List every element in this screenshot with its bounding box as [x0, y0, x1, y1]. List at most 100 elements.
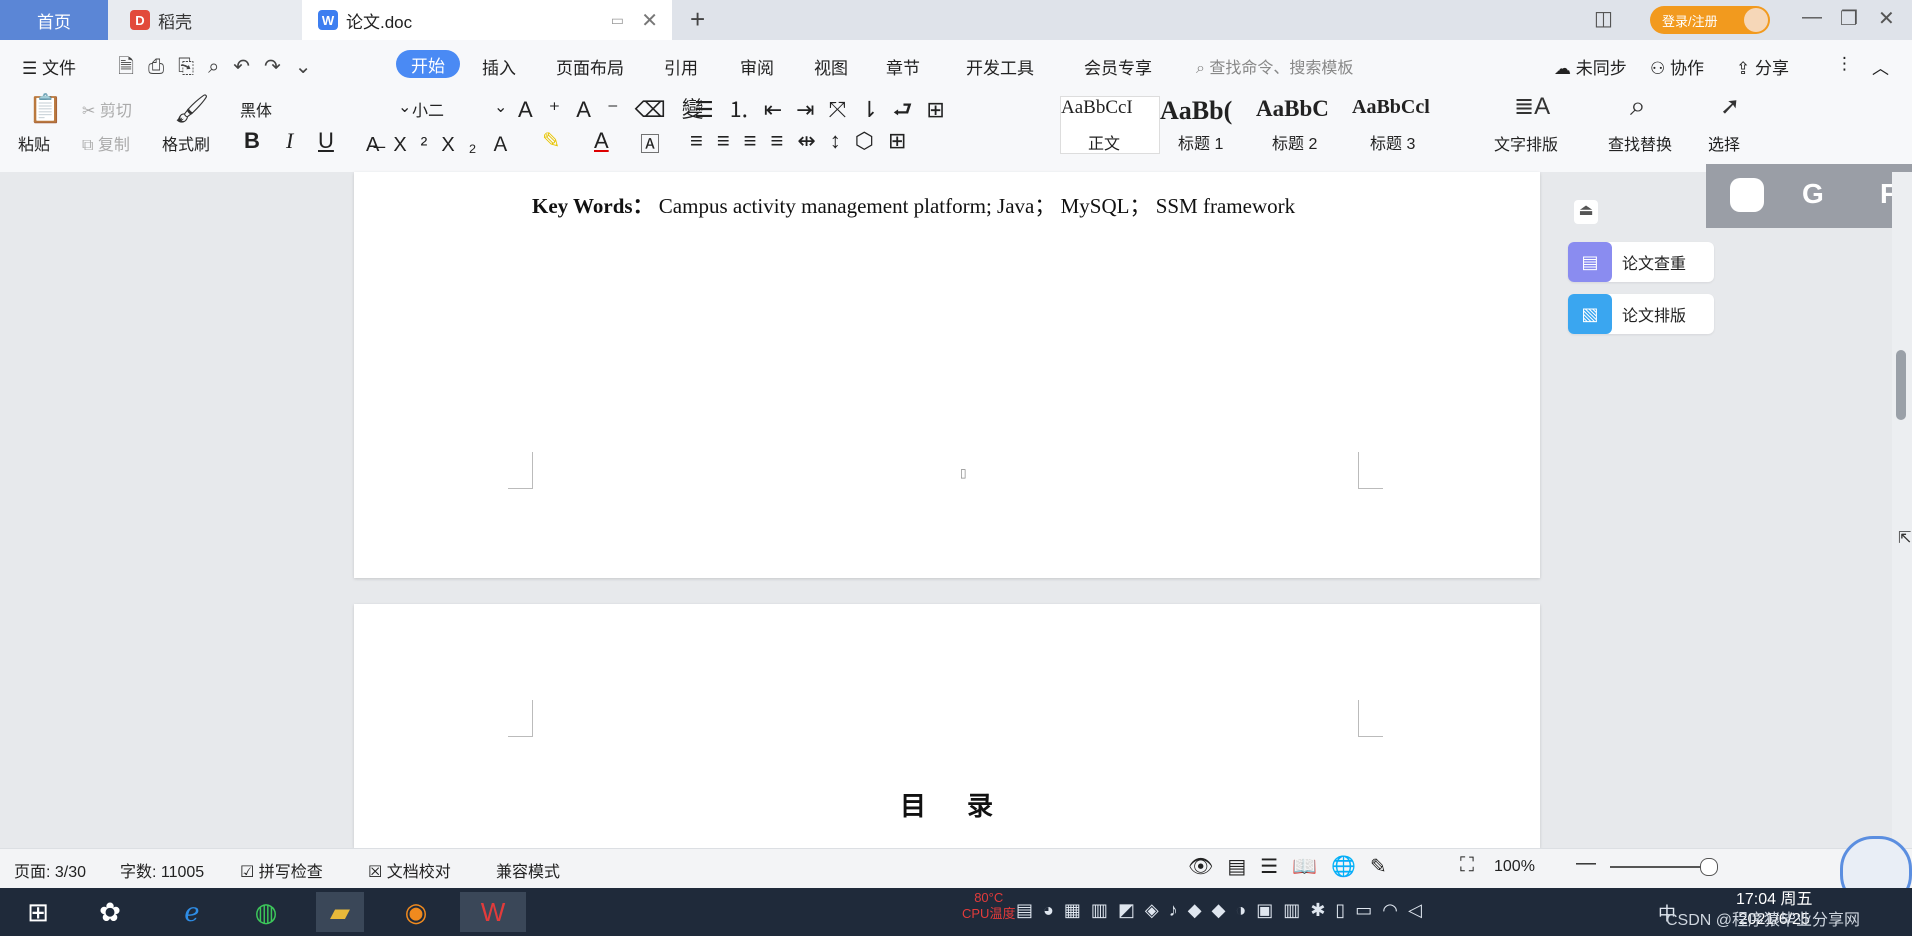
- app-fan-icon[interactable]: ✿: [86, 892, 134, 932]
- spell-check-button[interactable]: ☑ 拼写检查: [240, 858, 323, 882]
- restore-icon[interactable]: ❐: [1840, 6, 1858, 31]
- file-explorer-icon[interactable]: ▰: [316, 892, 364, 932]
- quick-access-icons[interactable]: 🗎⎙⎘⌕↶↷⌄: [118, 52, 326, 86]
- login-button[interactable]: 登录/注册: [1650, 6, 1770, 34]
- system-tray-icons[interactable]: ▤◕▦▥◩◈♪◆◆◑▣▥✱▯▭◠◁: [1016, 900, 1432, 921]
- paste-button[interactable]: 粘贴: [18, 131, 50, 155]
- close-tab-icon[interactable]: ✕: [641, 8, 658, 33]
- checkbox-icon: ☑: [240, 864, 255, 881]
- browser-icon[interactable]: ◍: [242, 892, 290, 932]
- windows-start-icon[interactable]: ⊞: [14, 892, 62, 932]
- csdn-watermark: CSDN @程序猿毕业分享网: [1666, 912, 1861, 929]
- minimize-icon[interactable]: —: [1802, 6, 1822, 29]
- new-tab-button[interactable]: +: [690, 4, 705, 35]
- app-orange-icon[interactable]: ◉: [392, 892, 440, 932]
- menu-chapter[interactable]: 章节: [886, 54, 920, 79]
- copy-button[interactable]: ⧉ 复制: [82, 131, 130, 155]
- font-dropdown-icon[interactable]: ⌄: [398, 97, 411, 117]
- collapse-ribbon-icon[interactable]: ︿: [1872, 54, 1889, 79]
- brush-icon: 🖌: [174, 93, 210, 124]
- italic-button[interactable]: I: [286, 128, 293, 154]
- cursor-icon: ➚: [1720, 93, 1741, 120]
- style-heading3[interactable]: AaBbCcl: [1352, 96, 1444, 119]
- command-search[interactable]: ⌕ 查找命令、搜索模板: [1196, 54, 1353, 78]
- highlight-icon[interactable]: ✎: [542, 128, 560, 154]
- select-button[interactable]: 选择: [1708, 131, 1740, 155]
- font-size-dropdown-icon[interactable]: ⌄: [494, 97, 507, 117]
- style-heading2[interactable]: AaBbC: [1256, 96, 1348, 122]
- fit-icon[interactable]: ⛶: [1460, 854, 1474, 877]
- margin-mark: [508, 700, 533, 737]
- menu-member[interactable]: 会员专享: [1084, 54, 1152, 79]
- style-heading1[interactable]: AaBb(: [1160, 96, 1256, 126]
- panel-collapse-icon[interactable]: ⏏: [1574, 200, 1598, 224]
- daoke-icon: D: [130, 10, 150, 30]
- mouse-cursor-icon: ⇱: [1898, 530, 1912, 547]
- collab-button[interactable]: ⚇ 协作: [1650, 54, 1704, 79]
- ie-browser-icon[interactable]: ℯ: [168, 892, 216, 932]
- magnifier-icon: ⌕: [1630, 90, 1646, 121]
- g-icon[interactable]: G: [1802, 178, 1824, 210]
- underline-button[interactable]: U: [318, 128, 334, 154]
- text-layout-button[interactable]: 文字排版: [1494, 131, 1558, 155]
- toc-heading[interactable]: 目 录: [900, 786, 1009, 823]
- font-name-select[interactable]: 黑体: [240, 97, 400, 121]
- margin-mark: [1358, 700, 1383, 737]
- font-size-select[interactable]: 小二: [412, 97, 444, 121]
- more-icon[interactable]: ⋮: [1836, 54, 1853, 74]
- close-window-icon[interactable]: ✕: [1878, 6, 1895, 31]
- proofread-button[interactable]: ☒ 文档校对: [368, 858, 451, 882]
- menu-layout[interactable]: 页面布局: [556, 54, 624, 79]
- tab-document[interactable]: W 论文.doc ▭ ✕: [302, 0, 672, 40]
- sync-button[interactable]: ☁ 未同步: [1554, 54, 1627, 79]
- font-color-button[interactable]: A: [594, 128, 609, 154]
- find-replace-button[interactable]: 查找替换: [1608, 131, 1672, 155]
- check-doc-icon: ▤: [1568, 242, 1612, 282]
- menu-start[interactable]: 开始: [396, 50, 460, 78]
- paragraph-mark: ▯: [960, 466, 967, 480]
- copy-icon: ⧉: [82, 137, 94, 154]
- font-tools-row[interactable]: A⁺A⁻⌫變: [518, 92, 720, 124]
- view-mode-icons[interactable]: 👁▤☰📖🌐✎: [1188, 854, 1401, 879]
- zoom-slider-track[interactable]: [1610, 866, 1710, 868]
- menu-devtools[interactable]: 开发工具: [966, 54, 1034, 79]
- menu-view[interactable]: 视图: [814, 54, 848, 79]
- scrollbar-thumb[interactable]: [1896, 350, 1906, 420]
- tab-home[interactable]: 首页: [0, 0, 108, 40]
- menu-references[interactable]: 引用: [664, 54, 698, 79]
- thesis-layout-button[interactable]: ▧ 论文排版: [1568, 294, 1714, 334]
- format-painter-button[interactable]: 格式刷: [162, 131, 210, 155]
- wps-taskbar-icon[interactable]: W: [460, 892, 526, 932]
- share-button[interactable]: ⇪ 分享: [1736, 54, 1789, 79]
- zoom-slider-handle[interactable]: [1700, 858, 1718, 876]
- vertical-scrollbar[interactable]: [1892, 172, 1912, 848]
- menu-review[interactable]: 审阅: [740, 54, 774, 79]
- app-icon[interactable]: [1730, 178, 1764, 212]
- zoom-out-icon[interactable]: —: [1576, 852, 1596, 875]
- cut-button[interactable]: ✂ 剪切: [82, 97, 132, 121]
- tab-popout-icon[interactable]: ▭: [611, 12, 624, 29]
- layout-icon[interactable]: ◫: [1594, 6, 1613, 31]
- keywords-paragraph[interactable]: Key Words： Campus activity management pl…: [532, 188, 1362, 224]
- word-count[interactable]: 字数: 11005: [120, 858, 204, 882]
- zoom-level[interactable]: 100%: [1494, 858, 1535, 876]
- thesis-check-button[interactable]: ▤ 论文查重: [1568, 242, 1714, 282]
- menu-insert[interactable]: 插入: [482, 54, 516, 79]
- char-border-icon[interactable]: 🄰: [640, 128, 660, 157]
- search-icon: ⌕: [1196, 60, 1205, 77]
- align-tools-row[interactable]: ≡≡≡≡⇹↕⬡⊞: [690, 128, 920, 154]
- page-indicator[interactable]: 页面: 3/30: [14, 858, 86, 882]
- cloud-icon: ☁: [1554, 59, 1571, 78]
- compat-mode-label: 兼容模式: [496, 864, 561, 881]
- tab-daoke[interactable]: D 稻壳: [108, 0, 302, 40]
- menu-file[interactable]: ☰ 文件: [22, 54, 76, 79]
- bold-button[interactable]: B: [244, 128, 260, 154]
- document-page[interactable]: [354, 172, 1540, 578]
- paragraph-tools-row[interactable]: ☰⒈⇤⇥⤧⇂⮐⊞: [694, 92, 959, 131]
- format-tools-row[interactable]: A̶X²X₂Ａ: [366, 128, 524, 157]
- avatar: [1744, 8, 1768, 32]
- floating-toolbar: G F: [1706, 164, 1912, 228]
- margin-mark: [508, 452, 533, 489]
- cpu-temp-widget: 80°C CPU温度: [962, 890, 1016, 921]
- scissors-icon: ✂: [82, 103, 96, 120]
